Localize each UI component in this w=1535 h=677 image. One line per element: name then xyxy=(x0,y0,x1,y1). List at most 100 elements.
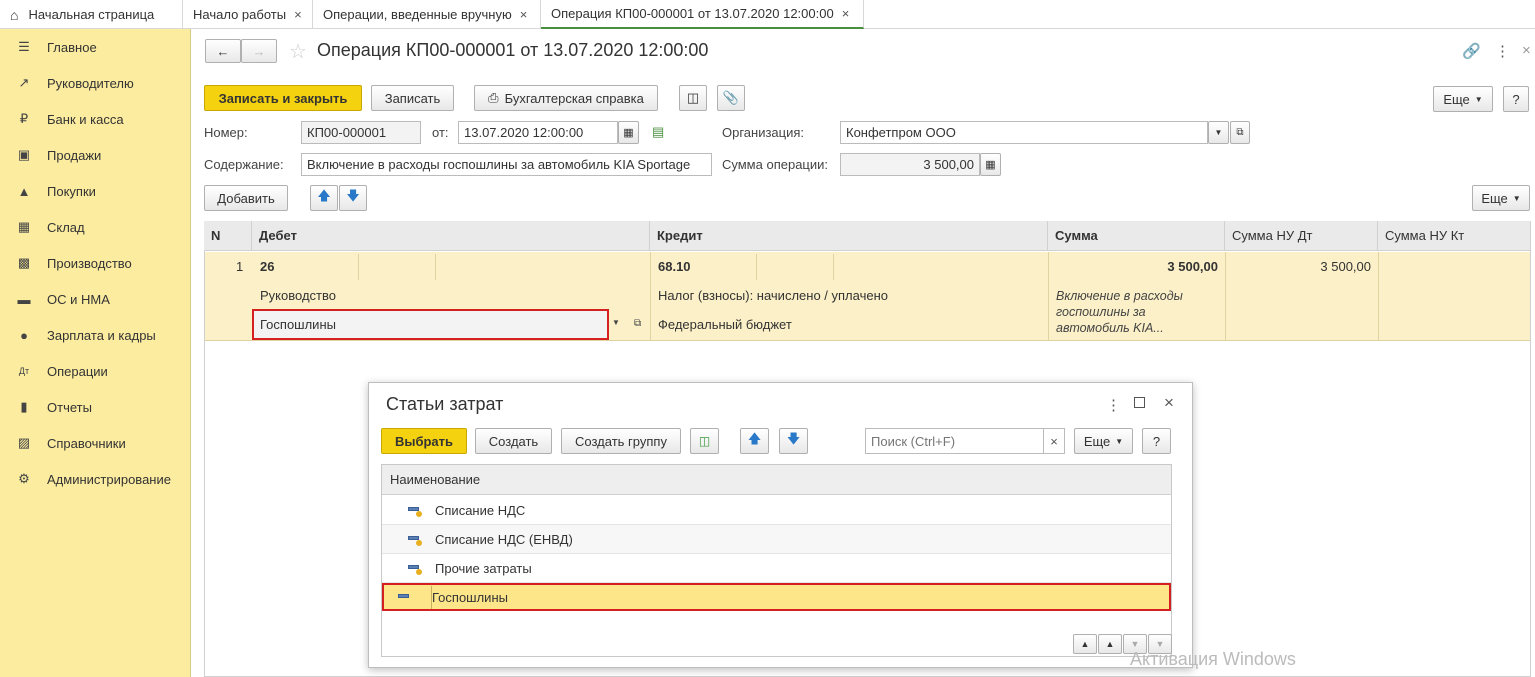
warehouse-icon: ▦ xyxy=(17,219,31,234)
dialog-help-button[interactable]: ? xyxy=(1142,428,1171,454)
scroll-up-icon[interactable]: ▲ xyxy=(1098,634,1122,654)
more-label: Еще xyxy=(1083,433,1111,449)
col-sum-nu-kt[interactable]: Сумма НУ Кт xyxy=(1378,221,1531,251)
sidebar-item-manager[interactable]: ↗ Руководителю xyxy=(0,65,191,101)
maximize-icon[interactable] xyxy=(1134,397,1145,408)
col-credit[interactable]: Кредит xyxy=(650,221,1048,251)
chevron-down-icon[interactable]: ▼ xyxy=(612,318,620,327)
save-button[interactable]: Записать xyxy=(371,85,454,111)
date-field[interactable]: 13.07.2020 12:00:00 xyxy=(458,121,618,144)
help-button[interactable]: ? xyxy=(1503,86,1529,112)
sidebar-item-label: Зарплата и кадры xyxy=(47,327,156,343)
add-button[interactable]: Добавить xyxy=(204,185,288,211)
col-sum[interactable]: Сумма xyxy=(1048,221,1225,251)
col-debit[interactable]: Дебет xyxy=(252,221,650,251)
tab-manual-ops[interactable]: Операции, введенные вручную × xyxy=(313,0,541,29)
sidebar-item-salary[interactable]: ● Зарплата и кадры xyxy=(0,317,191,353)
org-field[interactable]: Конфетпром ООО xyxy=(840,121,1208,144)
create-group-button[interactable]: Создать группу xyxy=(561,428,681,454)
open-icon[interactable]: ⧉ xyxy=(634,318,641,329)
close-icon[interactable]: × xyxy=(842,6,850,21)
close-icon[interactable]: × xyxy=(1522,42,1531,59)
sidebar-item-production[interactable]: ▩ Производство xyxy=(0,245,191,281)
clear-search-icon[interactable]: × xyxy=(1044,428,1065,454)
col-name[interactable]: Наименование xyxy=(382,465,1171,495)
sum-field[interactable]: 3 500,00 xyxy=(840,153,980,176)
chart-icon: ▮ xyxy=(20,399,28,414)
ruble-icon: ₽ xyxy=(19,111,29,126)
sidebar-item-reports[interactable]: ▮ Отчеты xyxy=(0,389,191,425)
debit-account[interactable]: 26 xyxy=(260,259,274,274)
select-button[interactable]: Выбрать xyxy=(381,428,467,454)
sidebar-item-purchases[interactable]: ▲ Покупки xyxy=(0,173,191,209)
sidebar-item-label: Справочники xyxy=(47,435,126,451)
number-field[interactable]: КП00-000001 xyxy=(301,121,421,144)
list-item[interactable]: Списание НДС xyxy=(382,496,1171,525)
cell-divider xyxy=(431,586,432,609)
sidebar-item-assets[interactable]: ▬ ОС и НМА xyxy=(0,281,191,317)
chevron-down-icon[interactable]: ▼ xyxy=(1208,121,1229,144)
close-icon[interactable]: × xyxy=(520,7,528,22)
arrow-up-icon[interactable]: 🡅 xyxy=(740,428,769,454)
sidebar-item-catalogs[interactable]: ▨ Справочники xyxy=(0,425,191,461)
tab-home[interactable]: ⌂ Начальная страница xyxy=(0,0,183,29)
col-n[interactable]: N xyxy=(204,221,252,251)
item-icon xyxy=(408,534,422,546)
report-button[interactable]: ⎙ Бухгалтерская справка xyxy=(474,85,658,111)
more-vert-icon[interactable]: ⋮ xyxy=(1106,396,1121,414)
more-button[interactable]: Еще ▼ xyxy=(1433,86,1493,112)
star-icon[interactable]: ☆ xyxy=(289,39,307,64)
save-close-button[interactable]: Записать и закрыть xyxy=(204,85,362,111)
open-icon[interactable]: ⧉ xyxy=(1230,121,1250,144)
sidebar-item-label: Руководителю xyxy=(47,75,134,91)
attach-icon[interactable]: 📎 xyxy=(717,85,745,111)
dialog-more-button[interactable]: Еще ▼ xyxy=(1074,428,1133,454)
credit-account[interactable]: 68.10 xyxy=(658,259,691,274)
list-item-selected[interactable]: Госпошлины xyxy=(382,583,1171,611)
content-field[interactable]: Включение в расходы госпошлины за автомо… xyxy=(301,153,712,176)
table-more-button[interactable]: Еще ▼ xyxy=(1472,185,1530,211)
list-item[interactable]: Прочие затраты xyxy=(382,554,1171,583)
chevron-down-icon: ▼ xyxy=(1512,193,1521,203)
home-icon: ⌂ xyxy=(10,6,19,23)
sidebar-item-main[interactable]: ☰ Главное xyxy=(0,29,191,65)
calendar-icon[interactable]: ▦ xyxy=(618,121,639,144)
sum-value[interactable]: 3 500,00 xyxy=(1048,259,1218,274)
copy-icon[interactable]: ◫ xyxy=(690,428,719,454)
entry-description[interactable]: Включение в расходы госпошлины за автомо… xyxy=(1056,288,1216,336)
sidebar-item-warehouse[interactable]: ▦ Склад xyxy=(0,209,191,245)
search-input[interactable] xyxy=(865,428,1044,454)
close-icon[interactable]: × xyxy=(294,7,302,22)
credit-subconto-2[interactable]: Федеральный бюджет xyxy=(658,317,792,332)
tab-start[interactable]: Начало работы × xyxy=(183,0,313,29)
sidebar-item-label: ОС и НМА xyxy=(47,291,110,307)
list-item[interactable]: Списание НДС (ЕНВД) xyxy=(382,525,1171,554)
sidebar-item-label: Производство xyxy=(47,255,132,271)
link-icon[interactable]: 🔗 xyxy=(1462,42,1481,60)
tab-operation[interactable]: Операция КП00-000001 от 13.07.2020 12:00… xyxy=(541,0,864,29)
sidebar-item-bank[interactable]: ₽ Банк и касса xyxy=(0,101,191,137)
structure-icon[interactable]: ◫ xyxy=(679,85,707,111)
col-sum-nu-dt[interactable]: Сумма НУ Дт xyxy=(1225,221,1378,251)
sidebar-item-admin[interactable]: ⚙ Администрирование xyxy=(0,461,191,497)
calculator-icon[interactable]: ▦ xyxy=(980,153,1001,176)
bag-icon: ▣ xyxy=(17,147,31,162)
sum-nu-dt-value[interactable]: 3 500,00 xyxy=(1225,259,1371,274)
item-icon xyxy=(408,505,422,517)
debit-subconto-1[interactable]: Руководство xyxy=(260,288,336,303)
arrow-down-icon[interactable]: 🡇 xyxy=(779,428,808,454)
trend-icon: ↗ xyxy=(18,75,30,90)
dt-kt-icon: Дт xyxy=(18,366,30,376)
sidebar-item-sales[interactable]: ▣ Продажи xyxy=(0,137,191,173)
close-icon[interactable]: × xyxy=(1164,393,1174,413)
credit-subconto-1[interactable]: Налог (взносы): начислено / уплачено xyxy=(658,288,888,303)
more-vert-icon[interactable]: ⋮ xyxy=(1495,42,1510,60)
create-button[interactable]: Создать xyxy=(475,428,552,454)
forward-button[interactable]: → xyxy=(241,39,277,63)
doc-status-icon[interactable]: ▤ xyxy=(652,124,664,140)
back-button[interactable]: ← xyxy=(205,39,241,63)
sidebar-item-operations[interactable]: Дт Операции xyxy=(0,353,191,389)
arrow-up-icon[interactable]: 🡅 xyxy=(310,185,338,211)
arrow-down-icon[interactable]: 🡇 xyxy=(339,185,367,211)
scroll-top-icon[interactable]: ▲ xyxy=(1073,634,1097,654)
